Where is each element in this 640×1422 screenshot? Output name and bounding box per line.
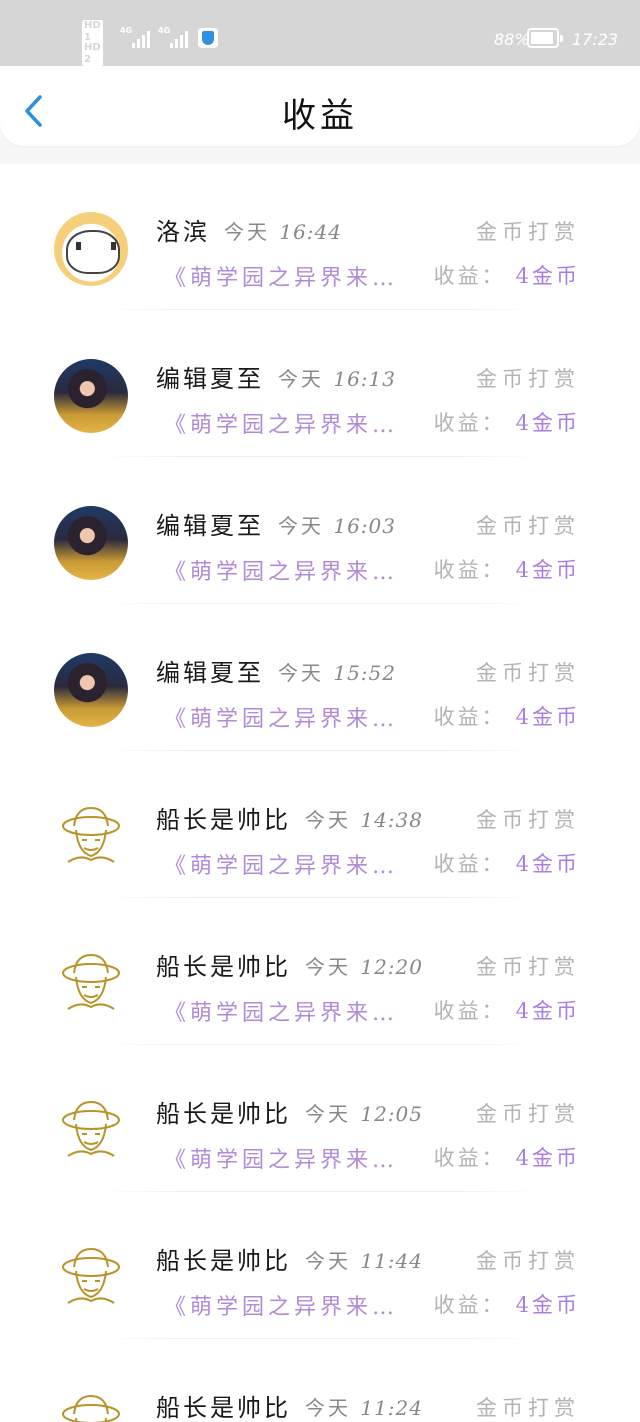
timestamp: 今天 16:13 — [278, 367, 396, 391]
list-item[interactable]: 洛滨 今天 16:44 金币打赏《萌学园之异界来… 收益： 4金币 — [0, 164, 640, 311]
user-name: 船长是帅比 — [156, 1394, 291, 1422]
book-title[interactable]: 《萌学园之异界来… — [164, 995, 398, 1027]
earning: 收益： 4金币 — [433, 999, 580, 1023]
reward-type: 金币打赏 — [476, 1396, 580, 1420]
earning: 收益： 4金币 — [433, 558, 580, 582]
divider — [100, 750, 540, 751]
avatar[interactable] — [54, 1094, 128, 1168]
hd2-badge: HD 2 — [82, 42, 103, 66]
header: 收益 — [0, 66, 640, 146]
timestamp: 今天 12:20 — [305, 955, 423, 979]
reward-type: 金币打赏 — [476, 514, 580, 538]
earning: 收益： 4金币 — [433, 852, 580, 876]
hd2-label: HD 2 — [82, 42, 103, 66]
reward-type: 金币打赏 — [476, 1102, 580, 1126]
book-title[interactable]: 《萌学园之异界来… — [164, 554, 398, 586]
reward-type: 金币打赏 — [476, 808, 580, 832]
user-name: 船长是帅比 — [156, 806, 291, 834]
battery-percent: 88% — [494, 30, 530, 49]
list-item[interactable]: 船长是帅比今天 11:24金币打赏《萌学园之异界来…收益：4金币 — [0, 1340, 640, 1422]
avatar[interactable] — [54, 1241, 128, 1315]
user-name: 洛滨 — [156, 218, 210, 246]
avatar[interactable] — [54, 947, 128, 1021]
list-item[interactable]: 船长是帅比 今天 14:38 金币打赏《萌学园之异界来… 收益： 4金币 — [0, 752, 640, 899]
list-item[interactable]: 编辑夏至 今天 16:13 金币打赏《萌学园之异界来… 收益： 4金币 — [0, 311, 640, 458]
user-name: 船长是帅比 — [156, 1100, 291, 1128]
earning: 收益： 4金币 — [433, 264, 580, 288]
earning: 收益： 4金币 — [433, 1293, 580, 1317]
timestamp: 今天 11:44 — [305, 1249, 423, 1273]
timestamp: 今天 11:24 — [305, 1396, 423, 1420]
reward-type: 金币打赏 — [476, 220, 580, 244]
book-title[interactable]: 《萌学园之异界来… — [164, 407, 398, 439]
net1-label: 4G — [120, 26, 133, 35]
list-item[interactable]: 船长是帅比 今天 12:20 金币打赏《萌学园之异界来… 收益： 4金币 — [0, 899, 640, 1046]
user-name: 船长是帅比 — [156, 1247, 291, 1275]
earning: 收益： 4金币 — [433, 411, 580, 435]
book-title[interactable]: 《萌学园之异界来… — [164, 260, 398, 292]
battery-icon — [527, 28, 563, 48]
divider — [100, 1338, 540, 1339]
avatar[interactable] — [54, 800, 128, 874]
book-title[interactable]: 《萌学园之异界来… — [164, 848, 398, 880]
status-time: 17:23 — [572, 30, 619, 49]
divider — [100, 1191, 540, 1192]
avatar[interactable] — [54, 359, 128, 433]
book-title[interactable]: 《萌学园之异界来… — [164, 1289, 398, 1321]
avatar[interactable] — [54, 212, 128, 286]
timestamp: 今天 14:38 — [305, 808, 423, 832]
status-bar: HD 1 HD 2 4G 4G 88% 17:23 — [0, 0, 640, 66]
user-name: 船长是帅比 — [156, 953, 291, 981]
user-name: 编辑夏至 — [156, 512, 264, 540]
avatar[interactable] — [54, 1388, 128, 1422]
book-title[interactable]: 《萌学园之异界来… — [164, 1142, 398, 1174]
divider — [100, 309, 540, 310]
user-name: 编辑夏至 — [156, 365, 264, 393]
avatar[interactable] — [54, 506, 128, 580]
list-item[interactable]: 编辑夏至 今天 15:52 金币打赏《萌学园之异界来… 收益： 4金币 — [0, 605, 640, 752]
user-name: 编辑夏至 — [156, 659, 264, 687]
timestamp: 今天 15:52 — [278, 661, 396, 685]
earning: 收益： 4金币 — [433, 1146, 580, 1170]
list-item[interactable]: 船长是帅比 今天 11:44 金币打赏《萌学园之异界来… 收益： 4金币 — [0, 1193, 640, 1340]
earnings-list: 洛滨 今天 16:44 金币打赏 《萌学园之异界来… 收益： 4金币 编辑夏至 今天 16:1… — [0, 164, 640, 1422]
reward-type: 金币打赏 — [476, 955, 580, 979]
reward-type: 金币打赏 — [476, 1249, 580, 1273]
hd1-label: HD 1 — [82, 20, 103, 44]
avatar[interactable] — [54, 653, 128, 727]
list-item[interactable]: 船长是帅比 今天 12:05 金币打赏《萌学园之异界来… 收益： 4金币 — [0, 1046, 640, 1193]
hd1-badge: HD 1 — [82, 20, 103, 44]
net2-label: 4G — [158, 26, 171, 35]
timestamp: 今天 16:03 — [278, 514, 396, 538]
divider — [100, 897, 540, 898]
divider — [100, 1044, 540, 1045]
reward-type: 金币打赏 — [476, 661, 580, 685]
shield-icon — [198, 28, 218, 48]
earning: 收益： 4金币 — [433, 705, 580, 729]
book-title[interactable]: 《萌学园之异界来… — [164, 701, 398, 733]
page-title: 收益 — [282, 96, 358, 136]
list-item[interactable]: 编辑夏至 今天 16:03 金币打赏《萌学园之异界来… 收益： 4金币 — [0, 458, 640, 605]
reward-type: 金币打赏 — [476, 367, 580, 391]
timestamp: 今天 16:44 — [224, 220, 342, 244]
divider — [100, 456, 540, 457]
timestamp: 今天 12:05 — [305, 1102, 423, 1126]
divider — [100, 603, 540, 604]
